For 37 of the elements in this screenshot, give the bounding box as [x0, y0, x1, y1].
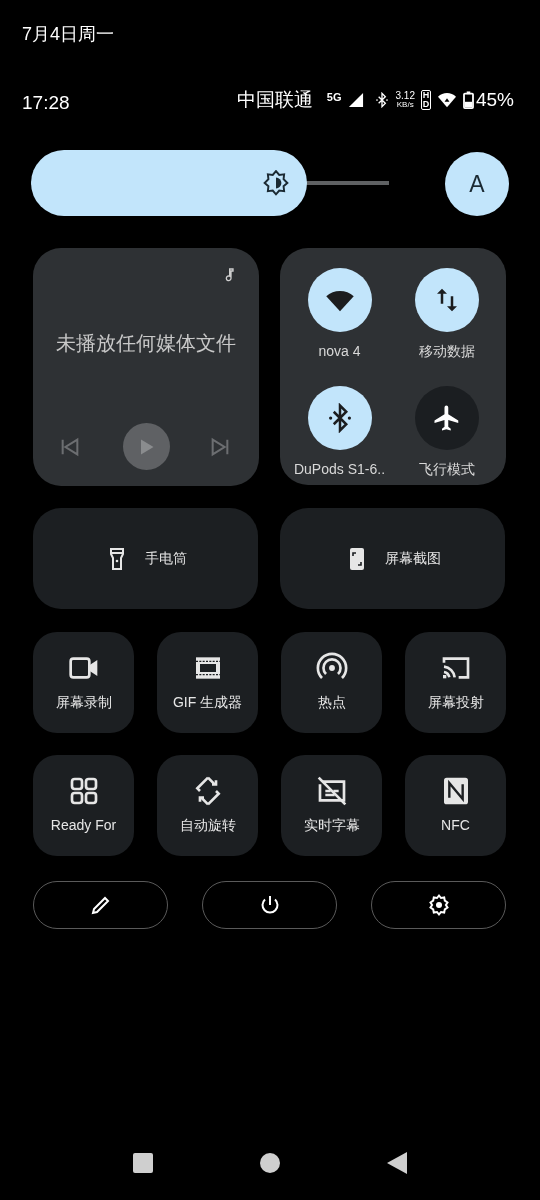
quick-tile[interactable]: NFC — [405, 755, 506, 856]
brightness-icon — [262, 170, 289, 196]
toggle-label: DuPods S1-6.. — [293, 459, 386, 479]
toggle-label: nova 4 — [318, 342, 361, 361]
previous-icon — [59, 435, 81, 458]
play-button[interactable] — [122, 423, 170, 470]
quick-tile[interactable]: 屏幕录制 — [33, 632, 134, 733]
network-text: 5G — [326, 90, 342, 105]
next-icon — [209, 435, 231, 458]
quick-tile[interactable]: 屏幕投射 — [405, 632, 506, 733]
toggle-label: 飞行模式 — [418, 459, 475, 479]
quick-tile[interactable]: 热点 — [281, 632, 382, 733]
home-button[interactable] — [260, 1153, 280, 1173]
captions-off-icon — [315, 775, 348, 807]
toggle-label: 移动数据 — [418, 342, 475, 361]
hd-badge: HD — [420, 90, 431, 110]
speed-text: 3.12 — [395, 91, 415, 101]
quick-tile[interactable]: 手电筒 — [33, 508, 258, 609]
battery-text: 45% — [475, 87, 514, 112]
quick-tile[interactable]: Ready For — [33, 755, 134, 856]
quick-tile[interactable]: GIF 生成器 — [157, 632, 258, 733]
auto-brightness-button[interactable]: A — [445, 152, 509, 216]
back-button[interactable] — [387, 1152, 407, 1174]
quick-tile[interactable]: 自动旋转 — [157, 755, 258, 856]
settings-icon — [426, 893, 451, 917]
wifi-signal-icon — [436, 91, 457, 109]
clock-text: 17:28 — [22, 91, 70, 115]
media-status-text: 未播放任何媒体文件 — [56, 331, 236, 356]
quick-tile[interactable]: 屏幕截图 — [280, 508, 505, 609]
carrier-text: 中国联通 — [236, 87, 313, 112]
date-text: 7月4日周一 — [22, 23, 115, 46]
bluetooth-icon — [373, 92, 390, 108]
back-icon — [387, 1152, 407, 1174]
signal-icon — [347, 92, 364, 108]
battery-icon — [462, 91, 474, 109]
quick-tile[interactable]: 实时字幕 — [281, 755, 382, 856]
speed-unit-text: KB/s — [396, 101, 414, 109]
